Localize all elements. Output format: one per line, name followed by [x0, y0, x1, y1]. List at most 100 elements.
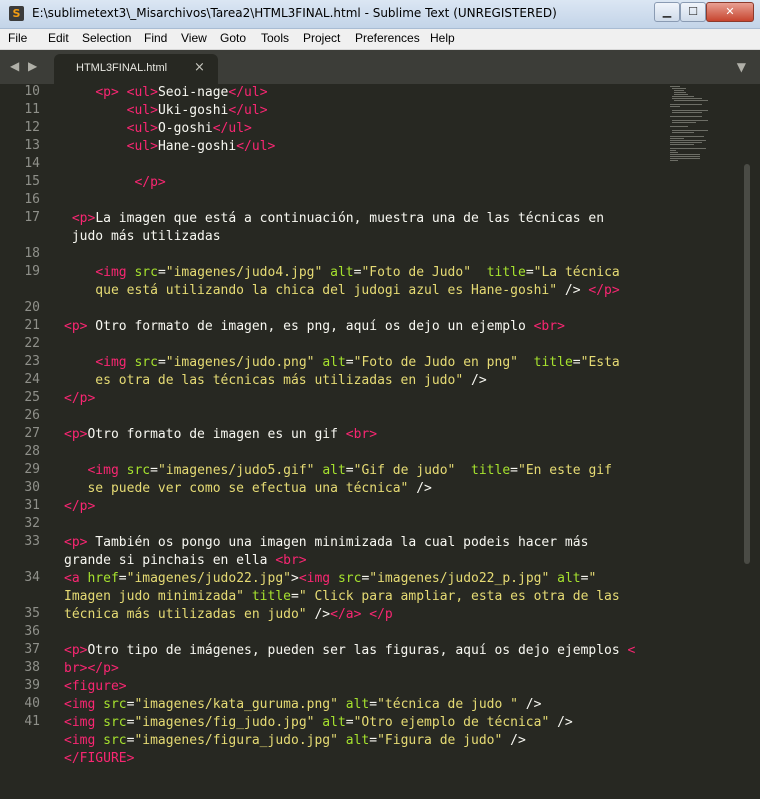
code-token: <p> [64, 319, 88, 334]
code-line[interactable]: <img src="imagenes/kata_guruma.png" alt=… [64, 696, 541, 714]
menu-tools[interactable]: Tools [261, 31, 289, 45]
code-token: < [627, 643, 636, 658]
code-token: href [87, 571, 119, 586]
code-token: </ul> [228, 85, 268, 100]
code-token: "La técnica [533, 265, 620, 280]
code-token: <ul> [126, 85, 158, 100]
code-token: "imagenes/judo22.jpg" [126, 571, 291, 586]
code-line[interactable]: <img src="imagenes/fig_judo.jpg" alt="Ot… [64, 714, 573, 732]
code-line[interactable]: </p> [64, 390, 95, 408]
code-line[interactable]: <img src="imagenes/judo5.gif" alt="Gif d… [64, 462, 611, 480]
code-line[interactable]: </FIGURE> [64, 750, 134, 768]
code-line[interactable]: <ul>Hane-goshi</ul> [64, 138, 276, 156]
tab-html3final[interactable]: HTML3FINAL.html × [54, 54, 218, 84]
menu-file[interactable]: File [8, 31, 27, 45]
code-line[interactable]: <p>Otro tipo de imágenes, pueden ser las… [64, 642, 635, 660]
code-line[interactable]: es otra de las técnicas más utilizadas e… [64, 372, 486, 390]
code-token: <ul> [126, 121, 158, 136]
code-token: <p> [64, 643, 88, 658]
tab-list-dropdown-icon[interactable]: ▼ [737, 60, 746, 74]
code-line[interactable]: <p>Otro formato de imagen es un gif <br> [64, 426, 377, 444]
code-token: Otro formato de imagen, es png, aquí os … [87, 319, 534, 334]
tab-forward-icon[interactable]: ▶ [28, 59, 37, 73]
code-token: También os pongo una imagen minimizada l… [87, 535, 589, 550]
tab-back-icon[interactable]: ◀ [10, 59, 19, 73]
code-line[interactable]: <ul>Uki-goshi</ul> [64, 102, 268, 120]
code-token: "imagenes/kata_guruma.png" [134, 697, 338, 712]
code-token: src [103, 697, 127, 712]
scrollbar-thumb[interactable] [744, 164, 750, 564]
code-token: alt [322, 355, 346, 370]
menu-edit[interactable]: Edit [48, 31, 69, 45]
code-line[interactable]: judo más utilizadas [64, 228, 221, 246]
code-token: <br> [275, 553, 307, 568]
code-token: judo más utilizadas [64, 229, 221, 244]
code-line[interactable]: <img src="imagenes/figura_judo.jpg" alt=… [64, 732, 526, 750]
code-token: <p> [64, 427, 88, 442]
code-line[interactable]: se puede ver como se efectua una técnica… [64, 480, 431, 498]
minimap[interactable] [666, 84, 742, 184]
code-token: <img [95, 265, 127, 280]
code-token: "Otro ejemplo de técnica" [353, 715, 550, 730]
code-token: /> [502, 733, 526, 748]
code-token: Hane-goshi [157, 139, 237, 154]
code-line[interactable]: que está utilizando la chica del judogi … [64, 282, 620, 300]
code-token: La imagen que está a continuación, muest… [95, 211, 605, 226]
code-token: alt [345, 733, 370, 748]
editor-area[interactable]: 10 11 12 13 14 15 16 17 18 19 20 21 22 23 24 25 26 27 28 29… [0, 84, 760, 799]
code-token: "imagenes/fig_judo.jpg" [134, 715, 315, 730]
code-line[interactable]: <p> <ul>Seoi-nage</ul> [64, 84, 268, 102]
code-token: src [126, 463, 151, 478]
close-button[interactable]: ✕ [706, 2, 754, 22]
tab-close-icon[interactable]: × [194, 60, 205, 75]
menu-find[interactable]: Find [144, 31, 167, 45]
code-token: = [345, 355, 354, 370]
code-line[interactable]: <figure> [64, 678, 127, 696]
code-line[interactable]: <img src="imagenes/judo.png" alt="Foto d… [64, 354, 619, 372]
code-token: = [525, 265, 534, 280]
code-line[interactable]: br></p> [64, 660, 119, 678]
code-line[interactable]: Imagen judo minimizada" title=" Click pa… [64, 588, 620, 606]
code-token: = [369, 697, 378, 712]
code-token: </ul> [228, 103, 268, 118]
code-token: es otra de las técnicas más utilizadas e… [64, 373, 464, 388]
maximize-button[interactable]: ☐ [680, 2, 706, 22]
menu-view[interactable]: View [181, 31, 207, 45]
code-token: </ul> [236, 139, 276, 154]
menu-selection[interactable]: Selection [82, 31, 131, 45]
menu-help[interactable]: Help [430, 31, 455, 45]
code-line[interactable]: <p> También os pongo una imagen minimiza… [64, 534, 588, 552]
vertical-scrollbar[interactable] [742, 84, 754, 799]
code-line[interactable]: <img src="imagenes/judo4.jpg" alt="Foto … [64, 264, 620, 282]
code-token: "imagenes/judo4.jpg" [165, 265, 323, 280]
code-line[interactable]: </p> [64, 174, 165, 192]
code-line[interactable]: <p> Otro formato de imagen, es png, aquí… [64, 318, 565, 336]
code-view[interactable]: <p> <ul>Seoi-nage</ul> <ul>Uki-goshi</ul… [0, 84, 664, 799]
code-line[interactable]: técnica más utilizadas en judo" /></a> <… [64, 606, 393, 624]
code-token: se puede ver como se efectua una técnica… [64, 481, 409, 496]
code-line[interactable]: grande si pinchais en ella <br> [64, 552, 307, 570]
code-line[interactable]: <ul>O-goshi</ul> [64, 120, 252, 138]
code-line[interactable]: </p> [64, 498, 95, 516]
minimize-button[interactable]: ▁ [654, 2, 680, 22]
code-token: </p> [588, 283, 620, 298]
code-line[interactable]: <p>La imagen que está a continuación, mu… [64, 210, 604, 228]
menu-project[interactable]: Project [303, 31, 340, 45]
code-token: <img [64, 697, 96, 712]
code-line[interactable]: <a href="imagenes/judo22.jpg"><img src="… [64, 570, 596, 588]
menu-preferences[interactable]: Preferences [355, 31, 420, 45]
code-token: = [369, 733, 378, 748]
menu-goto[interactable]: Goto [220, 31, 246, 45]
code-token: "imagenes/judo5.gif" [157, 463, 315, 478]
code-token: src [337, 571, 362, 586]
